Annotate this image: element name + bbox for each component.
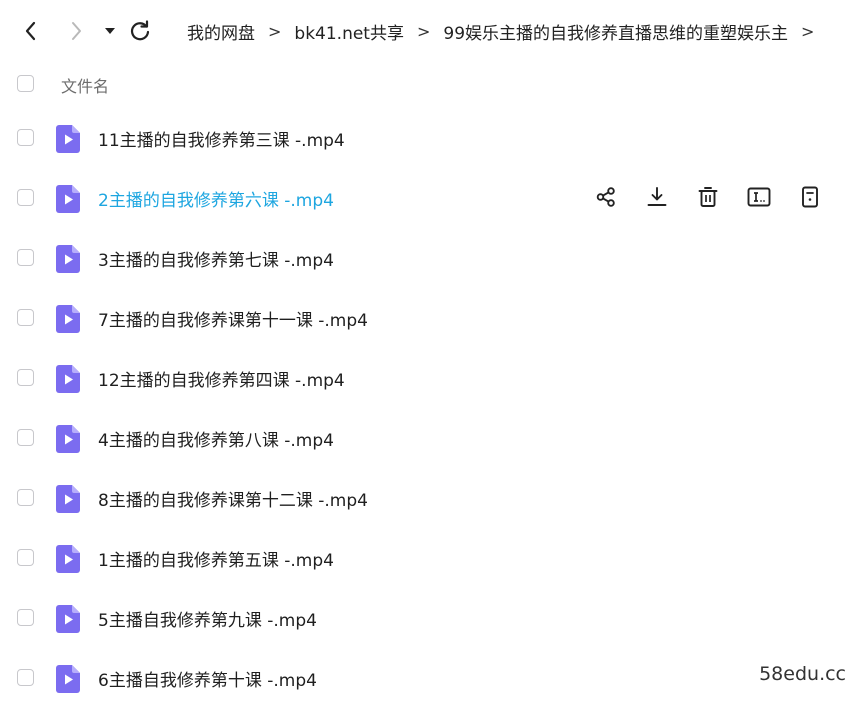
column-header-filename[interactable]: 文件名 (61, 73, 109, 97)
file-checkbox[interactable] (17, 129, 34, 146)
file-name[interactable]: 8主播的自我修养课第十二课 -.mp4 (98, 486, 368, 511)
file-list: 11主播的自我修养第三课 -.mp4 2主播的自我修养第六课 -.mp4 3主播的自… (0, 107, 857, 707)
file-checkbox[interactable] (17, 429, 34, 446)
file-row[interactable]: 7主播的自我修养课第十一课 -.mp4 (0, 287, 857, 347)
file-name[interactable]: 3主播的自我修养第七课 -.mp4 (98, 246, 334, 271)
back-button[interactable] (17, 17, 45, 45)
video-file-icon (56, 425, 80, 453)
video-file-icon (56, 305, 80, 333)
video-file-icon (56, 545, 80, 573)
file-checkbox[interactable] (17, 309, 34, 326)
breadcrumb-item-folder[interactable]: 99娱乐主播的自我修养直播思维的重塑娱乐主 (443, 19, 788, 44)
chevron-right-icon (72, 22, 81, 40)
file-name[interactable]: 5主播自我修养第九课 -.mp4 (98, 606, 317, 631)
watermark: 58edu.cc (759, 663, 846, 685)
file-row[interactable]: 2主播的自我修养第六课 -.mp4 (0, 167, 857, 227)
file-row[interactable]: 1主播的自我修养第五课 -.mp4 (0, 527, 857, 587)
video-file-icon (56, 125, 80, 153)
video-file-icon (56, 665, 80, 693)
chevron-left-icon (25, 21, 36, 41)
download-icon[interactable] (644, 184, 670, 210)
navigation-bar: 我的网盘 > bk41.net共享 > 99娱乐主播的自我修养直播思维的重塑娱乐… (0, 0, 857, 62)
file-checkbox[interactable] (17, 669, 34, 686)
file-row[interactable]: 11主播的自我修养第三课 -.mp4 (0, 107, 857, 167)
file-name[interactable]: 4主播的自我修养第八课 -.mp4 (98, 426, 334, 451)
file-name[interactable]: 11主播的自我修养第三课 -.mp4 (98, 126, 345, 151)
delete-icon[interactable] (695, 184, 721, 210)
history-dropdown-button[interactable] (96, 17, 124, 45)
file-row[interactable]: 6主播自我修养第十课 -.mp4 (0, 647, 857, 707)
file-row[interactable]: 12主播的自我修养第四课 -.mp4 (0, 347, 857, 407)
caret-down-icon (105, 28, 115, 34)
file-name[interactable]: 7主播的自我修养课第十一课 -.mp4 (98, 306, 368, 331)
video-file-icon (56, 485, 80, 513)
refresh-icon (130, 20, 150, 41)
file-row[interactable]: 8主播的自我修养课第十二课 -.mp4 (0, 467, 857, 527)
breadcrumb-separator: > (268, 21, 282, 41)
file-name[interactable]: 12主播的自我修养第四课 -.mp4 (98, 366, 345, 391)
file-checkbox[interactable] (17, 249, 34, 266)
file-checkbox[interactable] (17, 549, 34, 566)
forward-button[interactable] (62, 17, 90, 45)
file-checkbox[interactable] (17, 189, 34, 206)
share-icon[interactable] (593, 184, 619, 210)
file-row[interactable]: 5主播自我修养第九课 -.mp4 (0, 587, 857, 647)
breadcrumb: 我的网盘 > bk41.net共享 > 99娱乐主播的自我修养直播思维的重塑娱乐… (187, 18, 847, 44)
video-file-icon (56, 365, 80, 393)
list-header: 文件名 (0, 62, 857, 106)
breadcrumb-separator: > (416, 21, 431, 41)
file-checkbox[interactable] (17, 489, 34, 506)
video-file-icon (56, 605, 80, 633)
video-file-icon (56, 245, 80, 273)
more-icon[interactable] (797, 184, 823, 210)
file-checkbox[interactable] (17, 609, 34, 626)
select-all-checkbox[interactable] (17, 75, 34, 92)
breadcrumb-item-share[interactable]: bk41.net共享 (294, 19, 404, 44)
refresh-button[interactable] (126, 17, 154, 45)
rename-icon[interactable] (746, 184, 772, 210)
file-checkbox[interactable] (17, 369, 34, 386)
breadcrumb-separator: > (801, 21, 815, 41)
breadcrumb-item-root[interactable]: 我的网盘 (187, 19, 255, 44)
file-name[interactable]: 2主播的自我修养第六课 -.mp4 (98, 186, 334, 211)
file-row[interactable]: 3主播的自我修养第七课 -.mp4 (0, 227, 857, 287)
file-name[interactable]: 6主播自我修养第十课 -.mp4 (98, 666, 317, 691)
file-row[interactable]: 4主播的自我修养第八课 -.mp4 (0, 407, 857, 467)
file-name[interactable]: 1主播的自我修养第五课 -.mp4 (98, 546, 334, 571)
row-actions (593, 184, 823, 210)
video-file-icon (56, 185, 80, 213)
